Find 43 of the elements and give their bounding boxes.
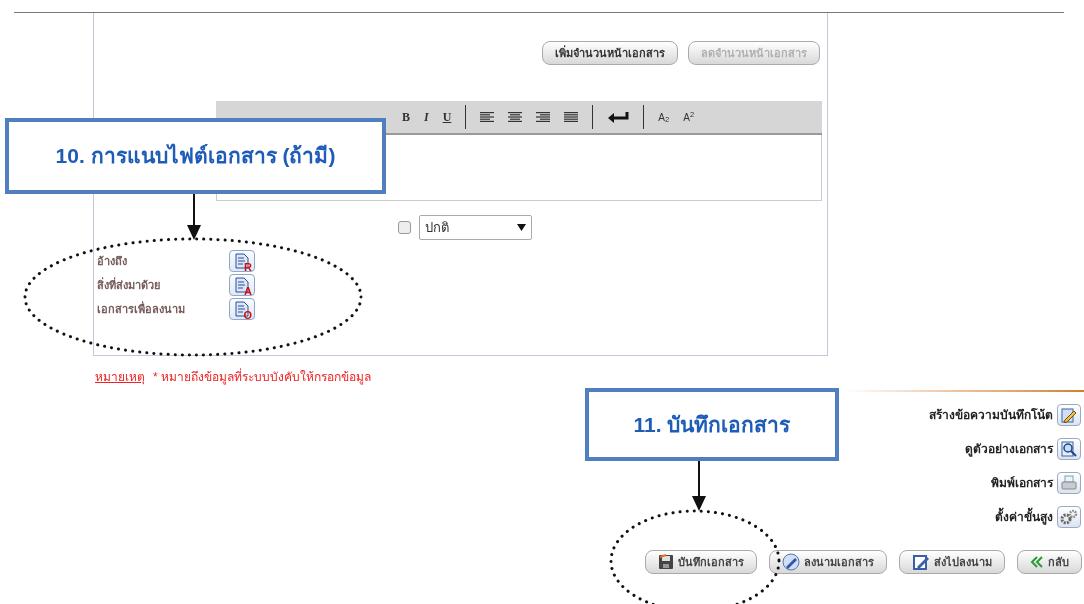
double-chevron-left-icon (1030, 555, 1044, 569)
action-link[interactable]: ดูตัวอย่างเอกสาร (965, 440, 1053, 458)
attachment-label: สิ่งที่ส่งมาด้วย (97, 276, 161, 293)
attachment-label: เอกสารเพื่อลงนาม (97, 300, 186, 317)
callout-text: 11. บันทึกเอกสาร (633, 411, 791, 438)
line-break-icon[interactable] (607, 111, 630, 123)
magnifier-icon[interactable] (1057, 438, 1081, 460)
format-button[interactable]: U (442, 108, 452, 126)
align-center-icon[interactable] (508, 111, 523, 123)
gears-icon[interactable] (1057, 506, 1081, 528)
dropdown-caret-icon[interactable] (517, 224, 526, 231)
action-button[interactable]: ส่งไปลงนาม (899, 550, 1005, 574)
pen-icon (782, 553, 800, 571)
format-button[interactable]: I (424, 108, 429, 126)
down-arrow (186, 193, 202, 240)
action-link[interactable]: พิมพ์เอกสาร (991, 474, 1053, 492)
action-link[interactable]: ตั้งค่าขั้นสูง (995, 508, 1053, 526)
action-button[interactable]: ลงนามเอกสาร (769, 550, 887, 574)
document-icon[interactable]: R (229, 250, 255, 272)
checkbox[interactable] (398, 221, 411, 234)
down-arrow (691, 461, 707, 511)
note-text: * หมายถึงข้อมูลที่ระบบบังคับให้กรอกข้อมูล (153, 370, 371, 384)
format-button[interactable]: B (402, 108, 410, 126)
attachment-label: อ้างถึง (97, 253, 128, 269)
pencil-note-icon[interactable] (1057, 404, 1081, 426)
align-left-icon[interactable] (480, 111, 495, 123)
callout-text: 10. การแนบไฟต์เอกสาร (ถ้ามี) (55, 142, 336, 170)
badge-letter: A (244, 286, 252, 297)
badge-letter: O (243, 310, 252, 321)
style-select[interactable]: ปกติ (419, 215, 532, 240)
document-icon[interactable]: O (229, 298, 255, 320)
action-button[interactable]: กลับ (1017, 550, 1082, 574)
align-justify-icon[interactable] (564, 111, 579, 123)
page-count-button[interactable]: เพิ่มจำนวนหน้าเอกสาร (542, 41, 678, 65)
badge-letter: R (244, 262, 252, 273)
script-button[interactable]: A$_{2}$ (658, 109, 670, 125)
document-icon[interactable]: A (229, 274, 255, 296)
script-button[interactable]: A$^{2}$ (683, 109, 695, 125)
note-label: หมายเหตุ (95, 370, 145, 384)
align-right-icon[interactable] (536, 111, 551, 123)
action-link[interactable]: สร้างข้อความบันทึกโน้ต (929, 406, 1053, 424)
pencil-edit-icon (912, 553, 930, 571)
action-button[interactable]: บันทึกเอกสาร (645, 550, 757, 574)
